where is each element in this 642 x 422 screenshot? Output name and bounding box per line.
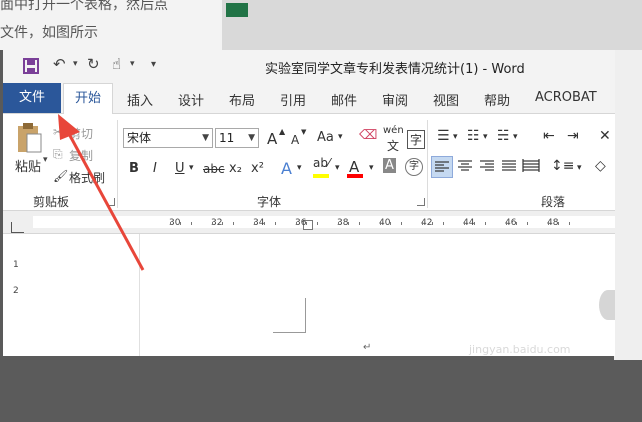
arrow-shaft	[66, 131, 145, 271]
arrow-head	[58, 114, 80, 140]
annotation-arrow	[58, 114, 145, 271]
